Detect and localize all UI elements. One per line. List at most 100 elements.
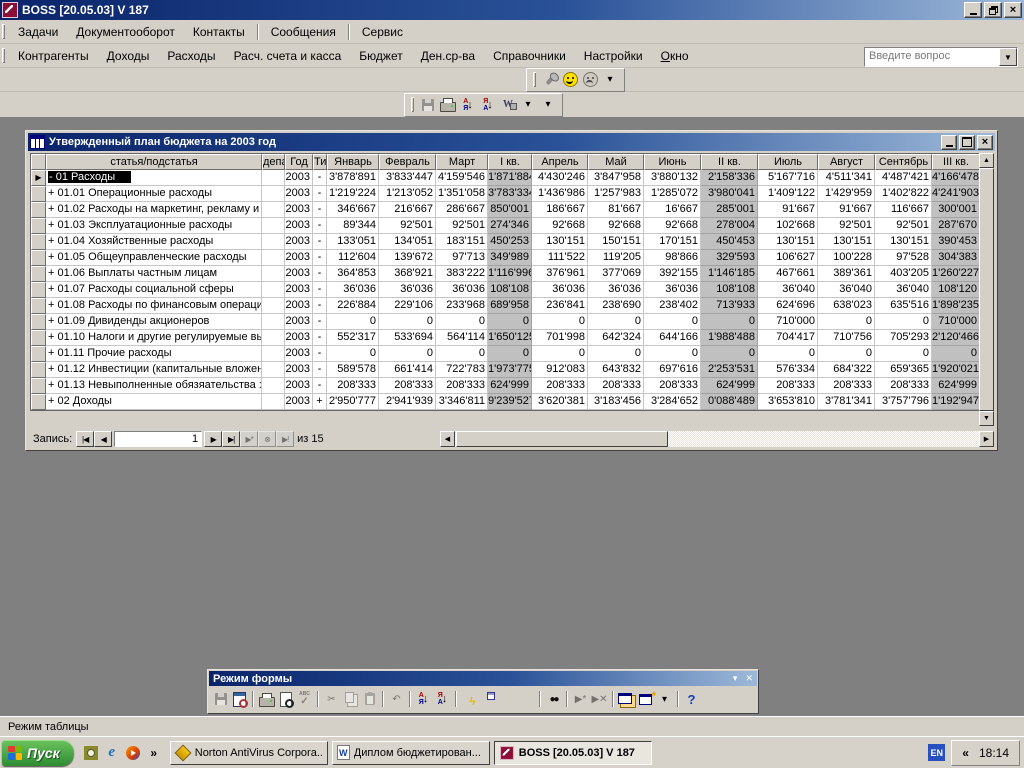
sort-desc-button[interactable]: ЯА↓: [478, 95, 498, 115]
view-form-button[interactable]: [230, 689, 249, 710]
undo-button[interactable]: ↶: [387, 689, 406, 710]
menu-item[interactable]: Документооборот: [67, 25, 184, 39]
value-cell[interactable]: 1'973'775: [488, 362, 532, 378]
value-cell[interactable]: 710'000: [758, 314, 818, 330]
header-cell[interactable]: Ти: [313, 154, 327, 170]
value-cell[interactable]: 689'958: [488, 298, 532, 314]
value-cell[interactable]: 36'036: [327, 282, 379, 298]
value-cell[interactable]: 4'166'478: [932, 170, 980, 186]
year-cell[interactable]: 2003: [285, 186, 313, 202]
value-cell[interactable]: 208'333: [532, 378, 588, 394]
value-cell[interactable]: 0: [532, 314, 588, 330]
sort-asc-button[interactable]: АЯ↓: [414, 689, 433, 710]
value-cell[interactable]: 0: [379, 346, 436, 362]
type-cell[interactable]: -: [313, 282, 327, 298]
row-selector[interactable]: [31, 346, 46, 362]
value-cell[interactable]: 364'853: [327, 266, 379, 282]
year-cell[interactable]: 2003: [285, 234, 313, 250]
value-cell[interactable]: 3'833'447: [379, 170, 436, 186]
value-cell[interactable]: 704'417: [758, 330, 818, 346]
value-cell[interactable]: 3'878'891: [327, 170, 379, 186]
type-cell[interactable]: -: [313, 202, 327, 218]
delete-record-button[interactable]: ▶✕: [590, 689, 609, 710]
year-cell[interactable]: 2003: [285, 218, 313, 234]
value-cell[interactable]: 661'414: [379, 362, 436, 378]
filter-selection-button[interactable]: [460, 689, 479, 710]
value-cell[interactable]: 139'672: [379, 250, 436, 266]
year-cell[interactable]: 2003: [285, 170, 313, 186]
value-cell[interactable]: 278'004: [701, 218, 758, 234]
value-cell[interactable]: 589'578: [327, 362, 379, 378]
value-cell[interactable]: 564'114: [436, 330, 488, 346]
value-cell[interactable]: 108'120: [932, 282, 980, 298]
value-cell[interactable]: 208'333: [436, 378, 488, 394]
menu-item[interactable]: Ден.ср-ва: [412, 49, 484, 63]
year-cell[interactable]: 2003: [285, 394, 313, 410]
value-cell[interactable]: 102'668: [758, 218, 818, 234]
value-cell[interactable]: 36'040: [875, 282, 932, 298]
horizontal-scroll-thumb[interactable]: [456, 431, 668, 447]
article-cell[interactable]: + 01.01 Операционные расходы: [46, 186, 262, 202]
value-cell[interactable]: 710'756: [818, 330, 875, 346]
value-cell[interactable]: 1'192'947: [932, 394, 980, 410]
sort-desc-button[interactable]: ЯА↓: [433, 689, 452, 710]
article-cell[interactable]: + 01.06 Выплаты частным лицам: [46, 266, 262, 282]
value-cell[interactable]: 229'106: [379, 298, 436, 314]
year-cell[interactable]: 2003: [285, 250, 313, 266]
value-cell[interactable]: 643'832: [588, 362, 644, 378]
scroll-up-button[interactable]: ▲: [979, 153, 994, 168]
value-cell[interactable]: 1'429'959: [818, 186, 875, 202]
header-cell[interactable]: [31, 154, 46, 170]
filter-advanced-button[interactable]: [517, 689, 536, 710]
save-button[interactable]: [211, 689, 230, 710]
filter-apply-button[interactable]: [498, 689, 517, 710]
dropdown-button[interactable]: ▾: [600, 70, 620, 90]
article-cell[interactable]: + 01.12 Инвестиции (капитальные вложен: [46, 362, 262, 378]
value-cell[interactable]: 98'866: [644, 250, 701, 266]
save-button[interactable]: [418, 95, 438, 115]
value-cell[interactable]: 383'222: [436, 266, 488, 282]
menu-item[interactable]: Сервис: [353, 25, 412, 39]
value-cell[interactable]: 701'998: [532, 330, 588, 346]
value-cell[interactable]: 0: [436, 346, 488, 362]
department-cell[interactable]: [262, 378, 285, 394]
department-cell[interactable]: [262, 218, 285, 234]
toolbar-grip[interactable]: [533, 72, 536, 87]
value-cell[interactable]: 9'239'527: [488, 394, 532, 410]
value-cell[interactable]: 36'036: [436, 282, 488, 298]
row-selector[interactable]: [31, 314, 46, 330]
year-cell[interactable]: 2003: [285, 266, 313, 282]
value-cell[interactable]: 119'205: [588, 250, 644, 266]
tray-chevron-icon[interactable]: «: [962, 746, 969, 760]
next-record-button[interactable]: ▶: [204, 431, 222, 447]
value-cell[interactable]: 850'001: [488, 202, 532, 218]
menu-item[interactable]: Бюджет: [350, 49, 411, 63]
year-cell[interactable]: 2003: [285, 282, 313, 298]
cut-button[interactable]: ✂: [322, 689, 341, 710]
value-cell[interactable]: 3'346'811: [436, 394, 488, 410]
header-cell[interactable]: Апрель: [532, 154, 588, 170]
row-selector[interactable]: [31, 202, 46, 218]
value-cell[interactable]: 236'841: [532, 298, 588, 314]
value-cell[interactable]: 97'528: [875, 250, 932, 266]
task-button[interactable]: BOSS [20.05.03] V 187: [494, 741, 652, 765]
window-minimize-button[interactable]: [941, 135, 957, 150]
toolbar-close-icon[interactable]: ✕: [745, 673, 753, 684]
value-cell[interactable]: 130'151: [875, 234, 932, 250]
prev-record-button[interactable]: ◀: [94, 431, 112, 447]
menu-item[interactable]: Расч. счета и касса: [225, 49, 351, 63]
menu-item[interactable]: Сообщения: [262, 25, 345, 39]
value-cell[interactable]: 1'260'227: [932, 266, 980, 282]
header-cell[interactable]: Август: [818, 154, 875, 170]
department-cell[interactable]: [262, 330, 285, 346]
value-cell[interactable]: 659'365: [875, 362, 932, 378]
value-cell[interactable]: 624'696: [758, 298, 818, 314]
value-cell[interactable]: 1'871'884: [488, 170, 532, 186]
smiley-button[interactable]: [560, 70, 580, 90]
value-cell[interactable]: 3'757'796: [875, 394, 932, 410]
value-cell[interactable]: 0: [818, 346, 875, 362]
value-cell[interactable]: 300'001: [932, 202, 980, 218]
value-cell[interactable]: 3'980'041: [701, 186, 758, 202]
article-cell[interactable]: + 01.05 Общеуправленческие расходы: [46, 250, 262, 266]
value-cell[interactable]: 0: [488, 314, 532, 330]
